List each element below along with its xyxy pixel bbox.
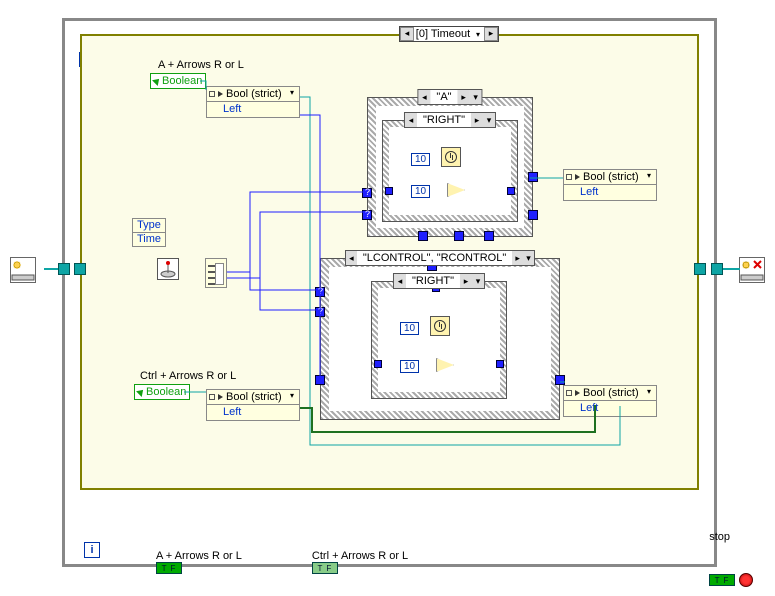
property-node-ctrl-write[interactable]: Bool (strict) Left <box>563 385 657 417</box>
event-time-field: Time <box>133 233 165 246</box>
tunnel-right-outer <box>711 263 723 275</box>
tunnel-a-b3 <box>484 231 494 241</box>
const-10-a2: 10 <box>411 185 430 198</box>
tunnel-a-r1 <box>528 172 538 182</box>
ctrl-arrows-indicator: Ctrl + Arrows R or L T F <box>312 550 408 574</box>
selector-tunnel-a1 <box>362 188 372 198</box>
event-type-field: Type <box>133 219 165 233</box>
tunnel-left-outer <box>58 263 70 275</box>
chevron-right-icon[interactable]: ▸ <box>484 27 498 41</box>
tunnel-c-in <box>374 360 382 368</box>
source-vi-icon <box>10 257 36 283</box>
selector-tunnel-c1 <box>315 287 325 297</box>
tunnel-a-b2 <box>454 231 464 241</box>
case-selector-ctrl[interactable]: ◂"LCONTROL", "RCONTROL"▸▾ <box>345 250 535 266</box>
dest-vi-icon <box>739 257 765 283</box>
property-node-a-write[interactable]: Bool (strict) Left <box>563 169 657 201</box>
tf-indicator-ctrl: T F <box>312 562 338 574</box>
chevron-down-icon[interactable]: ▾ <box>472 30 484 39</box>
selector-tunnel-a2 <box>362 210 372 220</box>
case-selector-a-inner[interactable]: ◂"RIGHT"▸▾ <box>404 112 496 128</box>
const-10-c2: 10 <box>400 360 419 373</box>
property-node-a-read[interactable]: Bool (strict) Left <box>206 86 300 118</box>
case-selector-a[interactable]: ◂"A"▸▾ <box>417 89 482 105</box>
tf-indicator-a: T F <box>156 562 182 574</box>
event-case-label: [0] Timeout <box>414 28 472 40</box>
case-structure-ctrl: ◂"LCONTROL", "RCONTROL"▸▾ ◂"RIGHT"▸▾ 10 … <box>320 258 560 420</box>
wait-ms-icon-a <box>441 147 461 167</box>
boolean-ref-ctrl: Boolean <box>134 384 190 400</box>
boolean-ref-a: Boolean <box>150 73 206 89</box>
a-arrows-indicator: A + Arrows R or L T F <box>156 550 242 574</box>
tunnel-inner-l <box>74 263 86 275</box>
chevron-left-icon[interactable]: ◂ <box>400 27 414 41</box>
add-op-a <box>447 183 465 197</box>
unbundle-cluster <box>205 258 227 288</box>
const-10-c1: 10 <box>400 322 419 335</box>
tunnel-ctrl-l <box>315 375 325 385</box>
a-arrows-label: A + Arrows R or L <box>158 59 244 71</box>
joystick-icon <box>157 258 179 280</box>
event-data-node: Type Time <box>132 218 166 247</box>
ctrl-arrows-label: Ctrl + Arrows R or L <box>140 370 236 382</box>
tunnel-a-b1 <box>418 231 428 241</box>
case-selector-ctrl-inner[interactable]: ◂"RIGHT"▸▾ <box>393 273 485 289</box>
event-case-selector[interactable]: ◂ [0] Timeout ▾ ▸ <box>399 26 499 42</box>
stop-terminal: T F <box>709 573 753 587</box>
iteration-terminal: i <box>84 542 100 558</box>
case-structure-a: ◂"A"▸▾ ◂"RIGHT"▸▾ 10 10 <box>367 97 533 237</box>
const-10-a1: 10 <box>411 153 430 166</box>
selector-tunnel-c2 <box>315 307 325 317</box>
wait-ms-icon-ctrl <box>430 316 450 336</box>
stop-label: stop <box>709 531 730 543</box>
tunnel-a-out <box>507 187 515 195</box>
tunnel-c-out <box>496 360 504 368</box>
tunnel-a-in <box>385 187 393 195</box>
property-node-ctrl-read[interactable]: Bool (strict) Left <box>206 389 300 421</box>
tunnel-ctrl-r <box>555 375 565 385</box>
case-structure-a-inner: ◂"RIGHT"▸▾ 10 10 <box>382 120 518 222</box>
stop-icon[interactable] <box>739 573 753 587</box>
tunnel-inner-r <box>694 263 706 275</box>
tunnel-a-r2 <box>528 210 538 220</box>
tf-indicator-stop: T F <box>709 574 735 586</box>
add-op-ctrl <box>436 358 454 372</box>
case-structure-ctrl-inner: ◂"RIGHT"▸▾ 10 10 <box>371 281 507 399</box>
